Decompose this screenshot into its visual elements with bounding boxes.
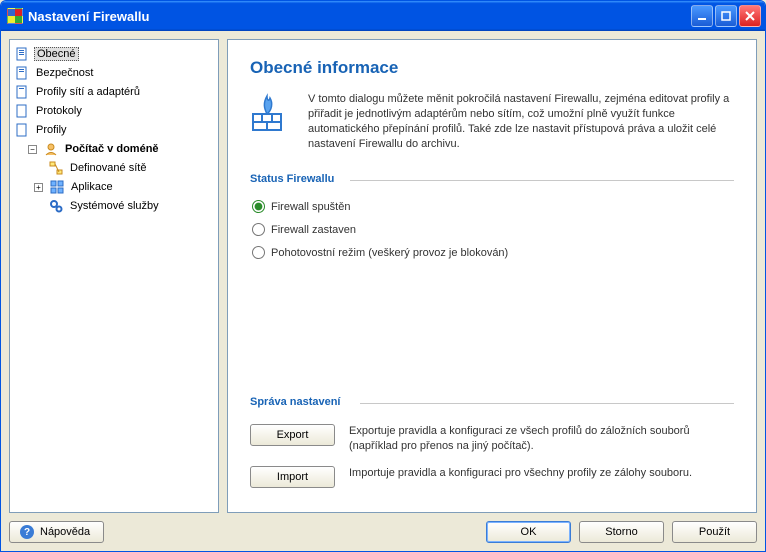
tree-item-protocols[interactable]: Protokoly	[12, 102, 216, 120]
dialog-window: Nastavení Firewallu Obecné	[0, 0, 766, 552]
radio-label: Firewall zastaven	[271, 224, 356, 236]
cancel-button[interactable]: Storno	[579, 521, 664, 543]
expand-icon[interactable]: +	[34, 183, 43, 192]
page-icon	[14, 84, 30, 100]
tree-label: Obecné	[34, 47, 79, 61]
status-section-title: Status Firewallu	[250, 173, 734, 187]
nav-tree: Obecné Bezpečnost Profily sítí a adaptér…	[9, 39, 219, 513]
tree-label: Počítač v doméně	[63, 142, 161, 156]
close-button[interactable]	[739, 5, 761, 27]
tree-label: Systémové služby	[68, 199, 161, 213]
import-description: Importuje pravidla a konfiguraci pro vše…	[349, 466, 734, 481]
radio-label: Pohotovostní režim (veškerý provoz je bl…	[271, 247, 508, 259]
page-icon	[14, 46, 30, 62]
page-title: Obecné informace	[250, 58, 734, 78]
dialog-footer: ? Nápověda OK Storno Použít	[9, 521, 757, 543]
tree-item-profiles-adapters[interactable]: Profily sítí a adaptérů	[12, 83, 216, 101]
minimize-button[interactable]	[691, 5, 713, 27]
tree-label: Profily	[34, 123, 69, 137]
tree-label: Profily sítí a adaptérů	[34, 85, 142, 99]
tree-label: Protokoly	[34, 104, 84, 118]
page-icon	[14, 103, 30, 119]
tree-label: Aplikace	[69, 180, 115, 194]
tree-item-computer-domain[interactable]: − Počítač v doméně	[12, 140, 216, 158]
help-button[interactable]: ? Nápověda	[9, 521, 104, 543]
radio-input-running[interactable]	[252, 200, 265, 213]
help-icon: ?	[20, 525, 34, 539]
tree-item-security[interactable]: Bezpečnost	[12, 64, 216, 82]
ok-button[interactable]: OK	[486, 521, 571, 543]
radio-input-stopped[interactable]	[252, 223, 265, 236]
radio-input-standby[interactable]	[252, 246, 265, 259]
tree-label: Bezpečnost	[34, 66, 95, 80]
help-label: Nápověda	[40, 526, 90, 538]
radio-firewall-running[interactable]: Firewall spuštěn	[252, 200, 734, 213]
apply-button[interactable]: Použít	[672, 521, 757, 543]
intro-text: V tomto dialogu můžete měnit pokročilá n…	[308, 92, 734, 151]
user-icon	[43, 141, 59, 157]
radio-label: Firewall spuštěn	[271, 201, 350, 213]
firewall-icon	[250, 92, 292, 134]
collapse-icon[interactable]: −	[28, 145, 37, 154]
tree-item-general[interactable]: Obecné	[12, 45, 216, 63]
titlebar: Nastavení Firewallu	[1, 1, 765, 31]
tree-label: Definované sítě	[68, 161, 148, 175]
page-icon	[14, 122, 30, 138]
tree-item-profily[interactable]: Profily	[12, 121, 216, 139]
content-panel: Obecné informace V tomto dialogu můžete …	[227, 39, 757, 513]
network-icon	[48, 160, 64, 176]
radio-firewall-stopped[interactable]: Firewall zastaven	[252, 223, 734, 236]
radio-firewall-standby[interactable]: Pohotovostní režim (veškerý provoz je bl…	[252, 246, 734, 259]
export-button[interactable]: Export	[250, 424, 335, 446]
export-description: Exportuje pravidla a konfiguraci ze všec…	[349, 424, 734, 454]
maximize-button[interactable]	[715, 5, 737, 27]
mgmt-section-title: Správa nastavení	[250, 396, 734, 410]
import-button[interactable]: Import	[250, 466, 335, 488]
window-title: Nastavení Firewallu	[28, 9, 691, 24]
tree-item-apps[interactable]: + Aplikace	[12, 178, 216, 196]
page-icon	[14, 65, 30, 81]
tree-item-defined-networks[interactable]: Definované sítě	[12, 159, 216, 177]
apps-icon	[49, 179, 65, 195]
app-icon	[7, 8, 23, 24]
tree-item-system-services[interactable]: Systémové služby	[12, 197, 216, 215]
gears-icon	[48, 198, 64, 214]
